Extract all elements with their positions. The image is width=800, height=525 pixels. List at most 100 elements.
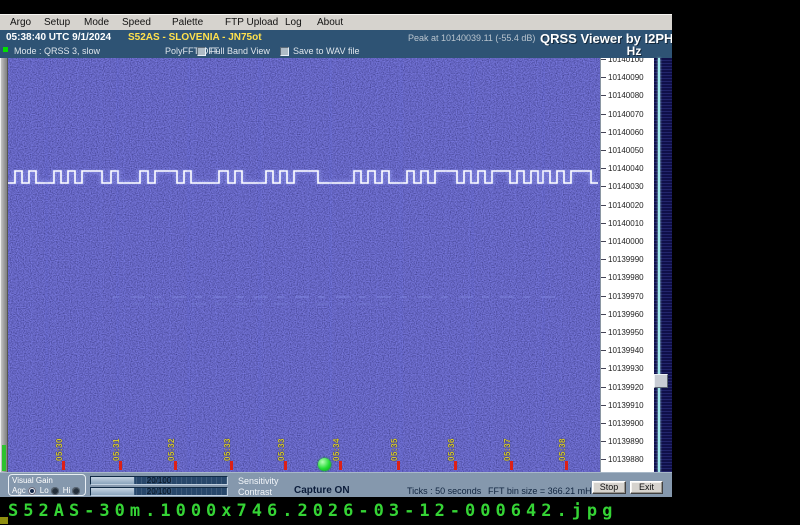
timeline-tick-mark-icon (62, 461, 65, 470)
timeline-tick-mark-icon (397, 461, 400, 470)
frequency-tick-icon (601, 368, 606, 369)
ticks-info: Ticks : 50 seconds (407, 486, 481, 496)
timeline-tick-label: 05:33 (223, 438, 232, 461)
menu-item[interactable]: Palette (172, 16, 203, 30)
visual-gain-option[interactable]: Agc (12, 486, 36, 495)
visual-gain-group: Visual Gain Agc Lo Hi (8, 474, 86, 496)
contrast-slider[interactable]: 20/100 (90, 487, 228, 496)
timeline-tick: 05:36 (447, 436, 459, 470)
timeline-tick-mark-icon (174, 461, 177, 470)
frequency-tick-icon (601, 459, 606, 460)
frequency-tick-icon (601, 350, 606, 351)
exit-button[interactable]: Exit (630, 481, 663, 494)
audio-level-meter (0, 58, 8, 472)
frequency-label: 10140030 (601, 182, 644, 192)
frequency-tick-icon (601, 314, 606, 315)
clock-utc: 05:38:40 UTC 9/1/2024 (6, 32, 111, 43)
timeline-tick-label: 05:36 (447, 438, 456, 461)
visual-gain-option[interactable]: Hi (63, 486, 81, 495)
menu-item[interactable]: Mode (84, 16, 109, 30)
timeline-tick-mark-icon (565, 461, 568, 470)
frequency-label: 10139970 (601, 292, 644, 302)
peak-readout: Peak at 10140039.11 (-55.4 dB) (408, 33, 535, 43)
menu-item[interactable]: About (317, 16, 343, 30)
frequency-tick-icon (601, 168, 606, 169)
frequency-label: 10140020 (601, 201, 644, 211)
timeline-tick-mark-icon (284, 461, 287, 470)
frequency-label: 10139880 (601, 455, 644, 465)
frequency-tick-icon (601, 114, 606, 115)
timeline-tick-label: 05:31 (112, 438, 121, 461)
radio-button-icon[interactable] (28, 487, 36, 495)
frequency-label: 10139900 (601, 419, 644, 429)
frequency-tick-icon (601, 205, 606, 206)
frequency-label: 10140010 (601, 219, 644, 229)
radio-button-icon[interactable] (72, 487, 80, 495)
frequency-tick-icon (601, 277, 606, 278)
timeline-tick: 05:30 (55, 436, 67, 470)
timeline-tick-mark-icon (454, 461, 457, 470)
frequency-label: 10139930 (601, 364, 644, 374)
scrollbar-thumb[interactable] (654, 374, 668, 388)
timeline-tick-label: 05:32 (167, 438, 176, 461)
timeline-tick-mark-icon (119, 461, 122, 470)
capture-status: Capture ON (294, 485, 350, 496)
sensitivity-label: Sensitivity (238, 476, 279, 486)
visual-gain-option[interactable]: Lo (40, 486, 59, 495)
menu-bar: Argo Setup Mode Speed Palette FTP Upload Log Ab… (0, 14, 672, 30)
spectrogram[interactable]: 05:30 05:31 05:32 05:33 05:33 (8, 58, 600, 472)
timeline-tick-mark-icon (230, 461, 233, 470)
frequency-label: 10139890 (601, 437, 644, 447)
full-band-view-label: Full Band View (210, 46, 270, 56)
frequency-scale: 1014010010140090101400801014007010140060… (600, 58, 654, 472)
checkbox-full-band-view[interactable] (197, 47, 206, 56)
station-callsign: S52AS - SLOVENIA - JN75ot (128, 32, 262, 43)
frequency-tick-icon (601, 387, 606, 388)
radio-button-icon[interactable] (51, 487, 59, 495)
timeline-tick-label: 05:30 (55, 438, 64, 461)
spectrogram-canvas (8, 58, 600, 472)
stop-button[interactable]: Stop (592, 481, 626, 494)
mode-bar: Mode : QRSS 3, slow PolyFFT OFF Full Ban… (0, 46, 672, 58)
timeline-tick: 05:32 (167, 436, 179, 470)
frequency-tick-icon (601, 223, 606, 224)
scrollbar-track-line (658, 58, 660, 472)
frequency-tick-icon (601, 241, 606, 242)
status-bar: 05:38:40 UTC 9/1/2024 S52AS - SLOVENIA -… (0, 30, 672, 46)
frequency-tick-icon (601, 150, 606, 151)
frequency-scrollbar[interactable] (654, 58, 672, 472)
sensitivity-slider[interactable]: 20/100 (90, 476, 228, 485)
checkbox-save-wav[interactable] (280, 47, 289, 56)
frequency-label: 10140040 (601, 164, 644, 174)
audio-level-fill (2, 445, 6, 471)
mode-label: Mode : QRSS 3, slow (14, 46, 100, 56)
frequency-tick-icon (601, 332, 606, 333)
menu-item[interactable]: Speed (122, 16, 151, 30)
frequency-label: 10139950 (601, 328, 644, 338)
frequency-label: 10140000 (601, 237, 644, 247)
menu-item[interactable]: Setup (44, 16, 70, 30)
timeline-tick-mark-icon (339, 461, 342, 470)
frequency-tick-icon (601, 77, 606, 78)
visual-gain-title: Visual Gain (12, 476, 82, 485)
timeline-tick-label: 05:34 (332, 438, 341, 461)
frequency-tick-icon (601, 95, 606, 96)
timeline-tick: 05:31 (112, 436, 124, 470)
fft-bin-info: FFT bin size = 366.21 mHz (488, 486, 596, 496)
frequency-tick-icon (601, 296, 606, 297)
footer: S52AS-30m.1000x746.2026-03-12-000642.jpg (0, 497, 800, 525)
menu-item[interactable]: FTP Upload (225, 16, 278, 30)
timeline-tick: 05:38 (558, 436, 570, 470)
argo-window: Argo Setup Mode Speed Palette FTP Upload Log Ab… (0, 14, 672, 497)
timeline-tick-label: 05:33 (277, 438, 286, 461)
timeline-tick: 05:35 (390, 436, 402, 470)
frequency-label: 10140090 (601, 73, 644, 83)
contrast-label: Contrast (238, 487, 272, 497)
frequency-label: 10139940 (601, 346, 644, 356)
timeline-tick: 05:37 (503, 436, 515, 470)
menu-item[interactable]: Argo (10, 16, 31, 30)
menu-item[interactable]: Log (285, 16, 302, 30)
timeline-tick: 05:34 (332, 436, 344, 470)
frequency-label: 10139920 (601, 383, 644, 393)
frequency-tick-icon (601, 186, 606, 187)
